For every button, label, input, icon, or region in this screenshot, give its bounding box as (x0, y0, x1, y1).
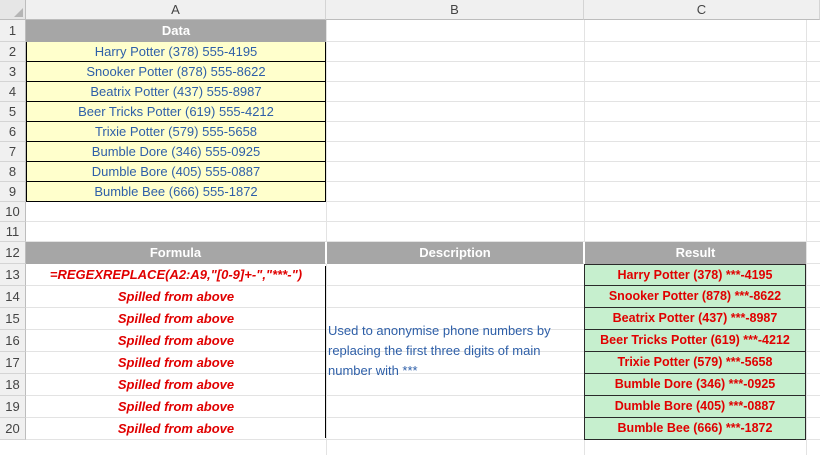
select-all-corner[interactable] (0, 0, 26, 20)
result-cell[interactable]: Trixie Potter (579) ***-5658 (584, 352, 806, 374)
result-cell[interactable]: Snooker Potter (878) ***-8622 (584, 286, 806, 308)
result-cell[interactable]: Harry Potter (378) ***-4195 (584, 264, 806, 286)
data-cell[interactable]: Bumble Bee (666) 555-1872 (26, 182, 326, 202)
row-header-11[interactable]: 11 (0, 222, 26, 242)
spilled-note-cell[interactable]: Spilled from above (26, 418, 326, 440)
row-header-7[interactable]: 7 (0, 142, 26, 162)
spilled-note-cell[interactable]: Spilled from above (26, 286, 326, 308)
spilled-note-cell[interactable]: Spilled from above (26, 308, 326, 330)
row-header-13[interactable]: 13 (0, 264, 26, 286)
row-header-20[interactable]: 20 (0, 418, 26, 440)
row-header-8[interactable]: 8 (0, 162, 26, 182)
data-cell[interactable]: Beer Tricks Potter (619) 555-4212 (26, 102, 326, 122)
row-header-10[interactable]: 10 (0, 202, 26, 222)
spilled-note-cell[interactable]: Spilled from above (26, 330, 326, 352)
row-header-18[interactable]: 18 (0, 374, 26, 396)
row-header-4[interactable]: 4 (0, 82, 26, 102)
row-header-5[interactable]: 5 (0, 102, 26, 122)
gridline-horizontal (26, 221, 820, 222)
row-header-14[interactable]: 14 (0, 286, 26, 308)
result-cell[interactable]: Beatrix Potter (437) ***-8987 (584, 308, 806, 330)
gridline-vertical (326, 20, 327, 455)
gridline-vertical (806, 20, 807, 455)
row-header-17[interactable]: 17 (0, 352, 26, 374)
row-header-6[interactable]: 6 (0, 122, 26, 142)
spilled-note-cell[interactable]: Spilled from above (26, 352, 326, 374)
formula-header[interactable]: Formula (26, 242, 325, 264)
row-header-1[interactable]: 1 (0, 20, 26, 42)
column-header-a[interactable]: A (26, 0, 326, 20)
description-header[interactable]: Description (326, 242, 583, 264)
column-header-c[interactable]: C (584, 0, 820, 20)
result-cell[interactable]: Beer Tricks Potter (619) ***-4212 (584, 330, 806, 352)
data-cell[interactable]: Harry Potter (378) 555-4195 (26, 42, 326, 62)
spilled-note-cell[interactable]: Spilled from above (26, 396, 326, 418)
spilled-note-cell[interactable]: Spilled from above (26, 374, 326, 396)
row-header-19[interactable]: 19 (0, 396, 26, 418)
result-cell[interactable]: Dumble Bore (405) ***-0887 (584, 396, 806, 418)
row-header-16[interactable]: 16 (0, 330, 26, 352)
description-text[interactable]: Used to anonymise phone numbers by repla… (328, 321, 578, 381)
result-cell[interactable]: Bumble Dore (346) ***-0925 (584, 374, 806, 396)
row-header-3[interactable]: 3 (0, 62, 26, 82)
row-header-9[interactable]: 9 (0, 182, 26, 202)
row-header-12[interactable]: 12 (0, 242, 26, 264)
formula-cell[interactable]: =REGEXREPLACE(A2:A9,"[0-9]+-","***-") (26, 264, 326, 286)
result-header[interactable]: Result (584, 242, 806, 264)
data-cell[interactable]: Bumble Dore (346) 555-0925 (26, 142, 326, 162)
row-header-2[interactable]: 2 (0, 42, 26, 62)
data-cell[interactable]: Dumble Bore (405) 555-0887 (26, 162, 326, 182)
data-cell[interactable]: Beatrix Potter (437) 555-8987 (26, 82, 326, 102)
data-header[interactable]: Data (26, 20, 326, 42)
column-header-b[interactable]: B (326, 0, 584, 20)
data-cell[interactable]: Snooker Potter (878) 555-8622 (26, 62, 326, 82)
data-cell[interactable]: Trixie Potter (579) 555-5658 (26, 122, 326, 142)
column-separator (325, 266, 326, 438)
row-header-15[interactable]: 15 (0, 308, 26, 330)
result-cell[interactable]: Bumble Bee (666) ***-1872 (584, 418, 806, 440)
